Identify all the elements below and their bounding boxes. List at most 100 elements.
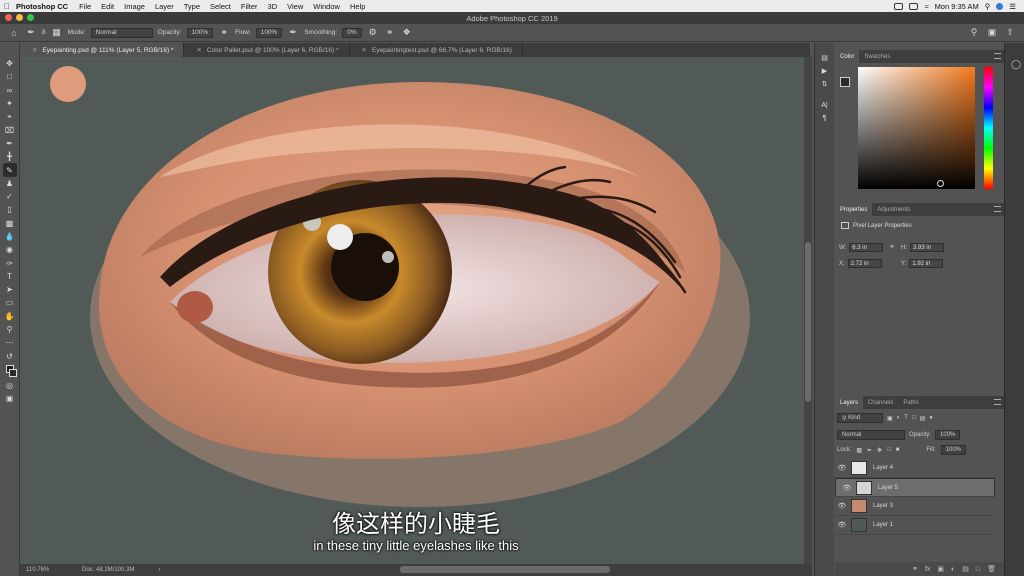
layer-row-layer-3[interactable]: 👁 Layer 3 <box>835 497 995 516</box>
crop-tool-icon[interactable]: ⌖ <box>3 110 17 123</box>
lock-transparent-icon[interactable]: ▩ <box>856 447 862 454</box>
kind-filter-select[interactable]: ⚲ Kind <box>837 413 883 423</box>
menu-type[interactable]: Type <box>179 2 205 11</box>
x-input[interactable]: 2.72 in <box>847 259 882 268</box>
panel-menu-icon[interactable] <box>994 53 1001 59</box>
pressure-size-icon[interactable]: ⚭ <box>384 27 396 39</box>
tab-color-pallet[interactable]: ✕ Color Pallet.psd @ 100% (Layer 6, RGB/… <box>184 43 350 57</box>
panel-menu-icon[interactable] <box>994 206 1001 212</box>
rectangle-tool-icon[interactable]: ▭ <box>3 296 17 309</box>
close-tab-icon[interactable]: ✕ <box>362 46 367 54</box>
filter-type-icon[interactable]: T <box>904 415 908 421</box>
color-swatches[interactable] <box>3 363 17 379</box>
document-size[interactable]: Doc: 48.2M/100.3M <box>60 567 134 573</box>
hand-tool-icon[interactable]: ✋ <box>3 310 17 323</box>
quick-mask-icon[interactable]: ◎ <box>3 379 17 392</box>
zoom-tool-icon[interactable]: ⚲ <box>3 323 17 336</box>
pen-tool-icon[interactable]: ✑ <box>3 256 17 269</box>
learn-icon[interactable]: ◯ <box>1011 59 1021 70</box>
eyedropper-tool-icon[interactable]: ✒ <box>3 137 17 150</box>
filter-toggle-icon[interactable]: ● <box>929 415 933 421</box>
flow-field[interactable]: 100% <box>255 27 283 38</box>
adjustment-layer-icon[interactable]: ◐ <box>951 566 955 573</box>
vertical-scrollbar[interactable] <box>804 57 812 564</box>
filter-smart-object-icon[interactable]: ▤ <box>920 415 926 422</box>
swap-colors-icon[interactable]: ↺ <box>3 350 17 363</box>
smoothing-settings-icon[interactable]: ⚙ <box>367 27 379 39</box>
frame-tool-icon[interactable]: ⌧ <box>3 123 17 136</box>
tab-channels[interactable]: Channels <box>863 396 898 409</box>
wifi-icon[interactable]: ≈ <box>924 2 928 11</box>
filter-shape-icon[interactable]: □ <box>912 415 916 421</box>
lasso-tool-icon[interactable]: ∞ <box>3 84 17 97</box>
panel-menu-icon[interactable] <box>994 399 1001 405</box>
mode-select[interactable]: Normal <box>90 27 153 38</box>
new-group-icon[interactable]: ▤ <box>962 565 969 573</box>
move-tool-icon[interactable]: ✥ <box>3 57 17 70</box>
hue-slider[interactable] <box>984 67 993 189</box>
delete-layer-icon[interactable]: 🗑 <box>987 565 996 573</box>
layer-row-layer-1[interactable]: 👁 Layer 1 <box>835 516 995 535</box>
layer-name[interactable]: Layer 4 <box>873 465 893 471</box>
quick-select-tool-icon[interactable]: ✦ <box>3 97 17 110</box>
menu-filter[interactable]: Filter <box>236 2 263 11</box>
app-menu[interactable]: Photoshop CC <box>14 2 74 11</box>
tab-swatches[interactable]: Swatches <box>859 50 895 63</box>
close-tab-icon[interactable]: ✕ <box>32 46 37 54</box>
layer-name[interactable]: Layer 1 <box>873 522 893 528</box>
lock-pixels-icon[interactable]: ✒ <box>867 447 872 454</box>
blur-tool-icon[interactable]: 💧 <box>3 230 17 243</box>
home-icon[interactable]: ⌂ <box>8 27 20 39</box>
color-field[interactable] <box>858 67 975 189</box>
layer-name[interactable]: Layer 5 <box>878 485 898 491</box>
path-select-tool-icon[interactable]: ➤ <box>3 283 17 296</box>
brush-preset-icon[interactable]: ✒ <box>25 27 37 39</box>
lock-artboard-icon[interactable]: □ <box>887 447 891 453</box>
battery-icon[interactable] <box>909 2 919 10</box>
fill-field[interactable]: 100% <box>940 445 967 455</box>
clock[interactable]: Mon 9:35 AM <box>935 2 979 11</box>
tab-color[interactable]: Color <box>835 50 860 63</box>
menu-3d[interactable]: 3D <box>263 2 283 11</box>
airbrush-icon[interactable]: ✒ <box>287 27 299 39</box>
menu-file[interactable]: File <box>74 2 96 11</box>
search-icon[interactable]: ⚲ <box>968 27 980 39</box>
type-tool-icon[interactable]: T <box>3 270 17 283</box>
workspace-icon[interactable]: ▣ <box>986 27 998 39</box>
menu-window[interactable]: Window <box>308 2 345 11</box>
visibility-eye-icon[interactable]: 👁 <box>835 521 849 529</box>
symmetry-icon[interactable]: ❖ <box>401 27 413 39</box>
marquee-tool-icon[interactable]: □ <box>3 70 17 83</box>
menu-help[interactable]: Help <box>345 2 370 11</box>
notification-center-icon[interactable]: ☰ <box>1009 2 1016 11</box>
layer-style-icon[interactable]: fx <box>925 566 930 573</box>
document-canvas[interactable] <box>20 57 804 564</box>
apple-icon[interactable]:  <box>0 2 14 11</box>
visibility-eye-icon[interactable]: 👁 <box>840 484 854 492</box>
link-layers-icon[interactable]: ⚭ <box>912 565 918 573</box>
character-icon[interactable]: A| <box>818 100 832 110</box>
more-tools-icon[interactable]: ⋯ <box>3 336 17 349</box>
blend-mode-select[interactable]: Normal <box>837 430 905 440</box>
menu-image[interactable]: Image <box>119 2 150 11</box>
share-icon[interactable]: ⇧ <box>1004 27 1016 39</box>
status-menu-icon[interactable]: › <box>134 567 160 573</box>
foreground-color-chip[interactable] <box>840 77 850 87</box>
menu-edit[interactable]: Edit <box>96 2 119 11</box>
zoom-level[interactable]: 110.76% <box>20 567 60 573</box>
tab-eyepaintingtest[interactable]: ✕ Eyepaintingtest.psd @ 66.7% (Layer 6, … <box>350 43 523 57</box>
gradient-tool-icon[interactable]: ▩ <box>3 217 17 230</box>
horizontal-scroll-thumb[interactable] <box>400 566 610 573</box>
filter-adjustment-icon[interactable]: ◐ <box>897 415 901 421</box>
screen-mode-icon[interactable]: ▣ <box>3 392 17 405</box>
actions-icon[interactable]: ▶ <box>818 66 832 76</box>
link-icon[interactable]: ⚭ <box>889 243 895 251</box>
history-icon[interactable]: ▤ <box>818 53 832 63</box>
color-picker-cursor[interactable] <box>937 180 944 187</box>
filter-pixel-icon[interactable]: ▣ <box>887 415 893 422</box>
spotlight-icon[interactable]: ⚲ <box>985 2 991 11</box>
siri-icon[interactable] <box>996 2 1004 10</box>
visibility-eye-icon[interactable]: 👁 <box>835 502 849 510</box>
eraser-tool-icon[interactable]: ▯ <box>3 203 17 216</box>
tab-paths[interactable]: Paths <box>898 396 923 409</box>
